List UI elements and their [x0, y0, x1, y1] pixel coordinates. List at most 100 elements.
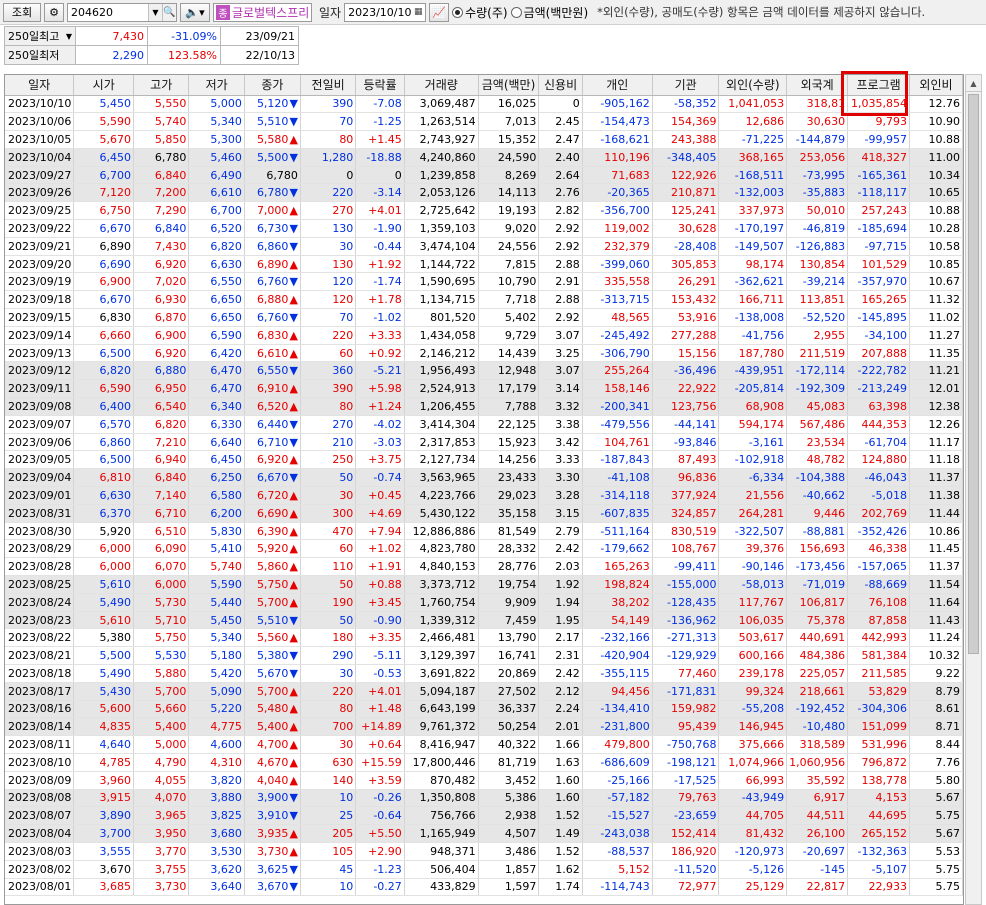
- stats-high-label[interactable]: 250일최고 ▼: [4, 26, 76, 46]
- column-header[interactable]: 거래량: [404, 75, 479, 96]
- table-row[interactable]: 2023/08/03 3,555 3,770 3,530 3,730▲ 105 +2.90 9…: [5, 842, 963, 861]
- table-row[interactable]: 2023/09/18 6,670 6,930 6,650 6,880▲ 120 +1.78 1…: [5, 290, 963, 310]
- query-button[interactable]: 조회: [3, 2, 41, 22]
- table-row[interactable]: 2023/08/02 3,670 3,755 3,620 3,625▼ 45 -1.23 50…: [5, 860, 963, 879]
- cell-close-value: 6,830: [256, 328, 289, 342]
- column-header[interactable]: 저가: [188, 75, 245, 96]
- date-input[interactable]: 2023/10/10 ▦: [344, 2, 427, 22]
- table-row[interactable]: 2023/09/12 6,820 6,880 6,470 6,550▼ 360 -5.21 1…: [5, 361, 963, 381]
- cell-date: 2023/09/27: [5, 166, 75, 185]
- table-row[interactable]: 2023/10/04 6,450 6,780 5,460 5,500▼ 1,280 -18.…: [5, 148, 963, 167]
- cell-rate: +3.59: [355, 771, 405, 790]
- table-row[interactable]: 2023/08/08 3,915 4,070 3,880 3,900▼ 10 -0.26 1,…: [5, 789, 963, 808]
- table-row[interactable]: 2023/09/08 6,400 6,540 6,340 6,520▲ 80 +1.24 1,…: [5, 397, 963, 416]
- cell-credit: 2.79: [538, 522, 583, 541]
- table-row[interactable]: 2023/09/19 6,900 7,020 6,550 6,760▼ 120 -1.74 1…: [5, 272, 963, 292]
- table-row[interactable]: 2023/09/07 6,570 6,820 6,330 6,440▼ 270 -4.02 3…: [5, 415, 963, 434]
- cell-foreign-qty: 21,556: [718, 486, 788, 505]
- settings-gear-icon[interactable]: ⚙: [44, 2, 64, 22]
- data-grid[interactable]: 일자 시가 고가 저가 종가 전일비 등락률 거래량 금액(백만) 신용비 개인 기관 외인(수량) 외국…: [4, 74, 964, 905]
- column-header[interactable]: 금액(백만): [478, 75, 540, 96]
- search-icon[interactable]: 🔍: [162, 3, 176, 21]
- table-row[interactable]: 2023/08/21 5,500 5,530 5,180 5,380▼ 290 -5.11 3…: [5, 646, 963, 665]
- cell-program: 138,778: [847, 771, 910, 790]
- column-header[interactable]: 외인비: [909, 75, 963, 96]
- table-row[interactable]: 2023/08/04 3,700 3,950 3,680 3,935▲ 205 +5.50 1…: [5, 824, 963, 843]
- scrollbar-thumb[interactable]: [968, 94, 979, 654]
- radio-dot-quantity[interactable]: [452, 6, 464, 18]
- table-row[interactable]: 2023/09/25 6,750 7,290 6,700 7,000▲ 270 +4.01 2…: [5, 201, 963, 221]
- table-row[interactable]: 2023/08/29 6,000 6,090 5,410 5,920▲ 60 +1.02 4,…: [5, 539, 963, 559]
- table-row[interactable]: 2023/09/22 6,670 6,840 6,520 6,730▼ 130 -1.90 1…: [5, 219, 963, 238]
- table-row[interactable]: 2023/09/26 7,120 7,200 6,610 6,780▼ 220 -3.14 2…: [5, 183, 963, 203]
- chart-icon[interactable]: 📈: [429, 2, 450, 22]
- calendar-icon[interactable]: ▦: [412, 7, 426, 17]
- table-row[interactable]: 2023/09/05 6,500 6,940 6,450 6,920▲ 250 +3.75 2…: [5, 450, 963, 470]
- table-row[interactable]: 2023/09/20 6,690 6,920 6,630 6,890▲ 130 +1.92 1…: [5, 255, 963, 274]
- column-header[interactable]: 종가: [244, 75, 301, 96]
- table-row[interactable]: 2023/08/30 5,920 6,510 5,830 6,390▲ 470 +7.94 1…: [5, 522, 963, 541]
- stock-code-field[interactable]: 204620 ▼ 🔍: [67, 2, 177, 22]
- cell-individual: 5,152: [582, 860, 653, 879]
- cell-institution: 277,288: [652, 326, 720, 345]
- table-row[interactable]: 2023/09/15 6,830 6,870 6,650 6,760▼ 70 -1.02 80…: [5, 308, 963, 327]
- table-row[interactable]: 2023/08/25 5,610 6,000 5,590 5,750▲ 50 +0.88 3,…: [5, 575, 963, 594]
- cell-close: 6,760▼: [244, 308, 301, 327]
- cell-date: 2023/10/04: [5, 148, 75, 167]
- cell-amount: 2,938: [478, 806, 540, 826]
- table-row[interactable]: 2023/08/09 3,960 4,055 3,820 4,040▲ 140 +3.59 8…: [5, 771, 963, 790]
- table-row[interactable]: 2023/09/27 6,700 6,840 6,490 6,780 0 0 1,239,85…: [5, 166, 963, 185]
- radio-quantity[interactable]: 수량(주): [452, 4, 508, 21]
- table-row[interactable]: 2023/09/04 6,810 6,840 6,250 6,670▼ 50 -0.74 3,…: [5, 468, 963, 488]
- table-row[interactable]: 2023/10/05 5,670 5,850 5,300 5,580▲ 80 +1.45 2,…: [5, 130, 963, 149]
- table-row[interactable]: 2023/09/11 6,590 6,950 6,470 6,910▲ 390 +5.98 2…: [5, 379, 963, 399]
- radio-dot-amount[interactable]: [510, 6, 522, 18]
- table-row[interactable]: 2023/08/18 5,490 5,880 5,420 5,670▼ 30 -0.53 3,…: [5, 664, 963, 683]
- table-row[interactable]: 2023/09/06 6,860 7,210 6,640 6,710▼ 210 -3.03 2…: [5, 433, 963, 452]
- cell-amount: 22,125: [478, 415, 540, 434]
- cell-high: 5,550: [133, 95, 190, 114]
- scroll-up-arrow-icon[interactable]: ▲: [966, 75, 981, 92]
- table-row[interactable]: 2023/08/01 3,685 3,730 3,640 3,670▼ 10 -0.27 43…: [5, 878, 963, 897]
- column-header[interactable]: 일자: [5, 75, 75, 96]
- cell-change: 70: [300, 112, 357, 132]
- cell-open: 5,490: [73, 664, 135, 683]
- stock-name-field[interactable]: 종 글로벌텍스프리: [213, 2, 312, 22]
- column-header[interactable]: 프로그램: [847, 75, 910, 96]
- cell-date: 2023/09/20: [5, 255, 75, 274]
- cell-program: 46,338: [847, 539, 910, 559]
- table-row[interactable]: 2023/09/21 6,890 7,430 6,820 6,860▼ 30 -0.44 3,…: [5, 237, 963, 256]
- column-header[interactable]: 기관: [652, 75, 720, 96]
- table-row[interactable]: 2023/08/11 4,640 5,000 4,600 4,700▲ 30 +0.64 8,…: [5, 735, 963, 754]
- table-row[interactable]: 2023/08/24 5,490 5,730 5,440 5,700▲ 190 +3.45 1…: [5, 593, 963, 612]
- table-row[interactable]: 2023/08/16 5,600 5,660 5,220 5,480▲ 80 +1.48 6,…: [5, 700, 963, 719]
- table-row[interactable]: 2023/08/31 6,370 6,710 6,200 6,690▲ 300 +4.69 5…: [5, 504, 963, 523]
- column-header[interactable]: 개인: [582, 75, 653, 96]
- table-row[interactable]: 2023/10/06 5,590 5,740 5,340 5,510▼ 70 -1.25 1,…: [5, 112, 963, 132]
- cell-close: 6,730▼: [244, 219, 301, 238]
- vertical-scrollbar[interactable]: ▲: [965, 74, 982, 905]
- table-row[interactable]: 2023/08/17 5,430 5,700 5,090 5,700▲ 220 +4.01 5…: [5, 682, 963, 701]
- column-header[interactable]: 외인(수량): [718, 75, 788, 96]
- column-header[interactable]: 전일비: [300, 75, 357, 96]
- chevron-down-icon[interactable]: ▼: [148, 3, 162, 21]
- table-row[interactable]: 2023/08/10 4,785 4,790 4,310 4,670▲ 630 +15.59…: [5, 753, 963, 772]
- radio-amount[interactable]: 금액(백만원): [510, 4, 588, 21]
- column-header[interactable]: 고가: [133, 75, 190, 96]
- table-row[interactable]: 2023/09/13 6,500 6,920 6,420 6,610▲ 60 +0.92 2,…: [5, 344, 963, 363]
- table-row[interactable]: 2023/08/07 3,890 3,965 3,825 3,910▼ 25 -0.64 75…: [5, 806, 963, 826]
- table-row[interactable]: 2023/08/23 5,610 5,710 5,450 5,510▼ 50 -0.90 1,…: [5, 611, 963, 630]
- table-row[interactable]: 2023/10/10 5,450 5,550 5,000 5,120▼ 390 -7.08 3…: [5, 95, 963, 114]
- column-header[interactable]: 외국계: [786, 75, 849, 96]
- table-row[interactable]: 2023/08/14 4,835 5,400 4,775 5,400▲ 700 +14.89…: [5, 717, 963, 737]
- column-header[interactable]: 등락률: [355, 75, 405, 96]
- cell-credit: 1.66: [538, 735, 583, 754]
- table-row[interactable]: 2023/09/14 6,660 6,900 6,590 6,830▲ 220 +3.33 1…: [5, 326, 963, 345]
- speaker-icon[interactable]: 🔈▾: [180, 2, 210, 22]
- table-row[interactable]: 2023/08/22 5,380 5,750 5,340 5,560▲ 180 +3.35 2…: [5, 628, 963, 648]
- chevron-down-icon[interactable]: ▼: [66, 32, 72, 41]
- column-header[interactable]: 신용비: [538, 75, 583, 96]
- table-row[interactable]: 2023/09/01 6,630 7,140 6,580 6,720▲ 30 +0.45 4,…: [5, 486, 963, 505]
- column-header[interactable]: 시가: [73, 75, 135, 96]
- table-row[interactable]: 2023/08/28 6,000 6,070 5,740 5,860▲ 110 +1.91 4…: [5, 557, 963, 577]
